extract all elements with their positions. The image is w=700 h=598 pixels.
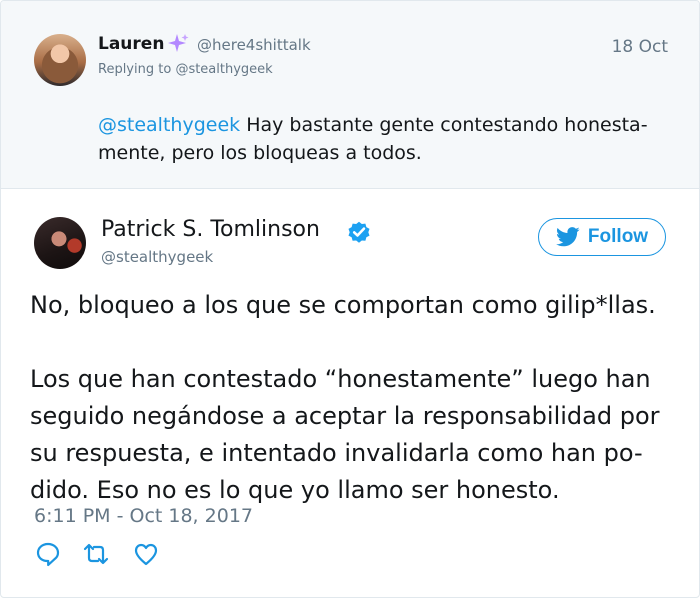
- follow-label: Follow: [587, 226, 649, 247]
- tweet-line: su respuesta, e intentado invalidarla co…: [30, 439, 643, 467]
- mention-link[interactable]: @stealthygeek: [98, 114, 240, 136]
- reply-text-line2: mente, pero los bloqueas a todos.: [98, 142, 422, 164]
- tweet-line: seguido negándose a aceptar la responsab…: [30, 402, 660, 430]
- reply-handle[interactable]: @here4shittalk: [197, 36, 311, 54]
- follow-button[interactable]: Follow: [538, 218, 666, 256]
- tweet-paragraph-1: No, bloqueo a los que se comportan como …: [30, 291, 656, 319]
- replying-handle-link[interactable]: @stealthygeek: [175, 62, 272, 77]
- sparkle-icon: [168, 34, 189, 52]
- tweet-embed-card: Lauren @here4shittalk 18 Oct Replying to…: [0, 0, 700, 598]
- tweet-text: No, bloqueo a los que se comportan como …: [30, 287, 680, 509]
- reply-text-line1: Hay bastante gente contestando honesta-: [246, 114, 648, 136]
- tweet-timestamp[interactable]: 6:11 PM - Oct 18, 2017: [34, 505, 253, 527]
- avatar[interactable]: [34, 34, 86, 86]
- heart-icon[interactable]: [132, 540, 160, 568]
- replying-prefix: Replying to: [98, 62, 172, 77]
- author-handle[interactable]: @stealthygeek: [101, 248, 213, 266]
- reply-text: @stealthygeek Hay bastante gente contest…: [98, 111, 678, 167]
- parent-reply: Lauren @here4shittalk 18 Oct Replying to…: [1, 1, 699, 189]
- replying-to: Replying to @stealthygeek: [98, 62, 273, 77]
- reply-display-name[interactable]: Lauren: [98, 34, 164, 54]
- tweet-line: Los que han contestado “honestamente” lu…: [30, 365, 651, 393]
- author-display-name[interactable]: Patrick S. Tomlinson: [101, 217, 320, 242]
- reply-icon[interactable]: [34, 540, 62, 568]
- twitter-bird-icon: [555, 227, 580, 247]
- avatar[interactable]: [34, 217, 86, 269]
- retweet-icon[interactable]: [81, 540, 111, 568]
- reply-date[interactable]: 18 Oct: [612, 37, 668, 57]
- verified-icon: [348, 221, 370, 243]
- tweet-line: dido. Eso no es lo que yo llamo ser hone…: [30, 476, 560, 504]
